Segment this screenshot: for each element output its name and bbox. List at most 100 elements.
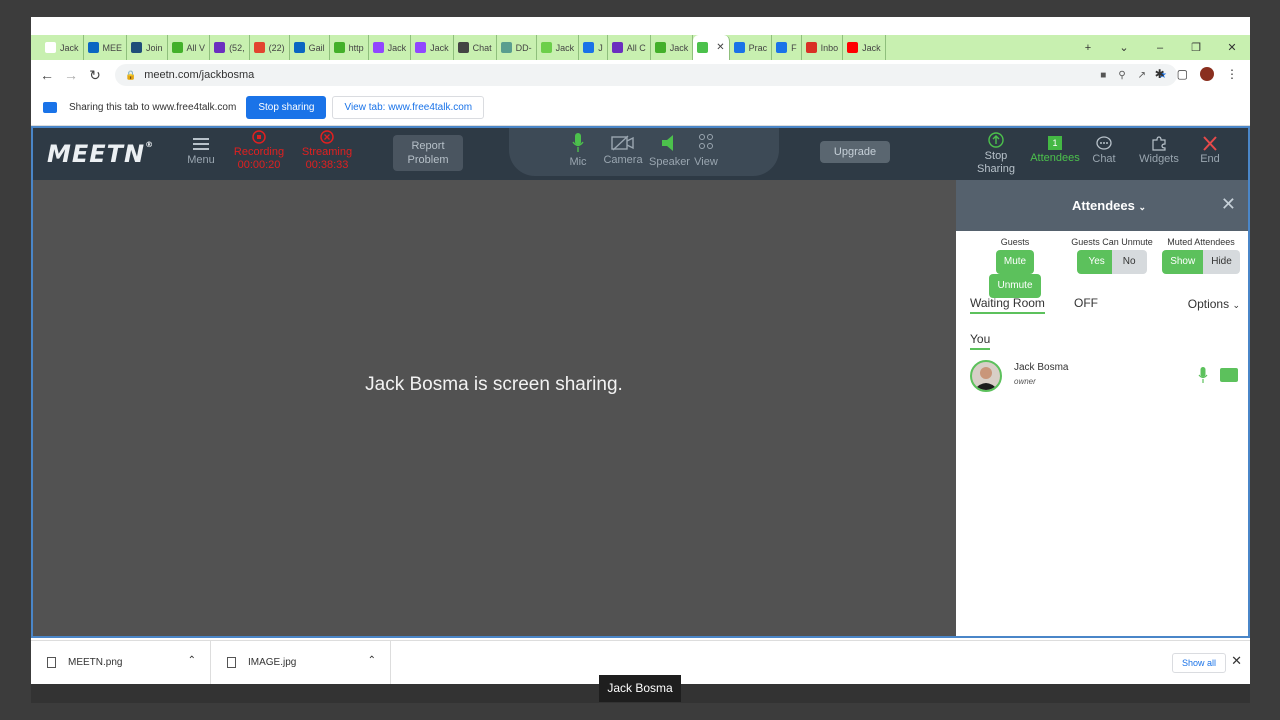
browser-tab[interactable]: Jack <box>411 35 454 60</box>
tab-active[interactable]: ✕ <box>693 35 730 60</box>
browser-tab[interactable]: All C <box>608 35 651 60</box>
screen-share-icon <box>43 102 57 113</box>
show-muted-button[interactable]: Show <box>1162 250 1204 274</box>
guests-mute-group: Guests Mute Unmute <box>970 237 1060 298</box>
address-bar[interactable]: 🔒 meetn.com/jackbosma ■ ⚲ ↗ ★ <box>115 64 1177 86</box>
attendee-screen-share-icon[interactable] <box>1220 368 1238 382</box>
zoom-icon[interactable]: ⚲ <box>1118 70 1125 81</box>
chevron-down-icon: ⌄ <box>1138 202 1147 212</box>
close-panel-icon[interactable]: ✕ <box>1221 194 1236 215</box>
chat-button[interactable]: Chat <box>1089 136 1119 165</box>
kebab-menu-icon[interactable]: ⋮ <box>1226 67 1238 81</box>
widgets-label: Widgets <box>1139 153 1179 165</box>
unmute-guests-button[interactable]: Unmute <box>989 274 1041 298</box>
tab-favicon-icon <box>733 42 745 53</box>
extensions-puzzle-icon[interactable]: ✱ <box>1155 67 1165 81</box>
tab-label: All C <box>626 42 646 53</box>
hide-muted-button[interactable]: Hide <box>1203 250 1240 274</box>
camera-icon[interactable]: ■ <box>1100 70 1106 81</box>
browser-tab[interactable]: Join <box>127 35 168 60</box>
share-icon[interactable]: ↗ <box>1138 70 1146 81</box>
side-panel-icon[interactable]: ▢ <box>1177 67 1188 81</box>
tab-label: Chat <box>472 42 492 53</box>
tab-favicon-icon <box>87 42 99 53</box>
waiting-room-tab[interactable]: Waiting Room <box>970 296 1045 314</box>
options-dropdown[interactable]: Options ⌄ <box>1188 297 1240 311</box>
attendees-dropdown[interactable]: Attendees ⌄ <box>1072 198 1146 213</box>
tab-search-button[interactable]: ⌄ <box>1106 41 1142 54</box>
browser-tab[interactable]: Prac <box>730 35 773 60</box>
lock-icon[interactable]: 🔒 <box>125 70 136 81</box>
download-item[interactable]: IMAGE.jpg ⌃ <box>211 640 391 685</box>
streaming-indicator[interactable]: Streaming 00:38:33 <box>297 130 357 172</box>
chevron-up-icon[interactable]: ⌃ <box>368 655 376 666</box>
widgets-button[interactable]: Widgets <box>1137 136 1181 165</box>
reload-icon[interactable]: ↻ <box>83 67 107 84</box>
tab-label: Gail <box>308 42 325 53</box>
browser-tab[interactable]: Inbo <box>802 35 844 60</box>
guests-can-unmute-group: Guests Can Unmute Yes No <box>1068 237 1156 274</box>
attendee-row[interactable]: Jack Bosma owner <box>970 360 1238 394</box>
browser-tab[interactable]: J <box>579 35 608 60</box>
attendees-toolbar-button[interactable]: 1 Attendees <box>1027 136 1083 164</box>
download-filename: IMAGE.jpg <box>248 657 297 668</box>
show-all-downloads-button[interactable]: Show all <box>1171 653 1226 673</box>
browser-tab[interactable]: F <box>772 35 802 60</box>
report-line-1: Report <box>411 140 445 152</box>
browser-tab[interactable]: Jack <box>537 35 580 60</box>
profile-avatar[interactable] <box>1200 67 1214 81</box>
browser-tab[interactable]: Jack <box>843 35 886 60</box>
options-label: Options <box>1187 297 1230 311</box>
browser-tab[interactable]: Gail <box>290 35 330 60</box>
waiting-room-state[interactable]: OFF <box>1074 296 1098 310</box>
browser-tab[interactable]: (52, <box>210 35 250 60</box>
can-unmute-no-button[interactable]: No <box>1111 250 1147 274</box>
browser-window: Jack MEE Join All V (52, (22) Gail http Jack Jack… <box>31 17 1250 703</box>
minimize-button[interactable]: – <box>1142 42 1178 54</box>
attendee-mic-icon[interactable] <box>1198 366 1208 384</box>
muted-attendees-label: Muted Attendees <box>1167 237 1235 247</box>
speaker-button[interactable]: Speaker <box>649 132 690 168</box>
menu-button[interactable]: Menu <box>183 136 219 166</box>
browser-tab[interactable]: Jack <box>651 35 694 60</box>
puzzle-icon <box>1152 136 1166 151</box>
browser-tab[interactable]: (22) <box>250 35 290 60</box>
attendees-panel: Attendees ⌄ ✕ Guests Mute Unmute Guests … <box>956 180 1248 636</box>
forward-icon[interactable]: → <box>59 67 83 83</box>
stop-sharing-button[interactable]: Stop sharing <box>246 96 327 119</box>
tab-favicon-icon <box>333 42 345 53</box>
recording-indicator[interactable]: Recording 00:00:20 <box>229 130 289 172</box>
url-text[interactable]: meetn.com/jackbosma <box>144 69 254 81</box>
extensions-area: ✱ ▢ ⋮ <box>1155 67 1238 81</box>
new-tab-button[interactable]: + <box>1070 42 1106 54</box>
tab-favicon-icon <box>776 42 788 53</box>
back-icon[interactable]: ← <box>35 67 59 83</box>
end-meeting-button[interactable]: End <box>1195 136 1225 165</box>
view-tab-button[interactable]: View tab: www.free4talk.com <box>332 96 485 119</box>
restore-button[interactable]: ❐ <box>1178 41 1214 54</box>
camera-button[interactable]: Camera <box>601 134 645 166</box>
browser-tab[interactable]: http <box>330 35 369 60</box>
tab-label: Jack <box>669 42 689 53</box>
streaming-timer: 00:38:33 <box>305 159 349 171</box>
browser-tab[interactable]: Jack <box>369 35 412 60</box>
browser-tab[interactable]: All V <box>168 35 211 60</box>
muted-attendees-group: Muted Attendees Show Hide <box>1162 237 1240 274</box>
browser-tab[interactable]: MEE <box>84 35 128 60</box>
tab-label: Prac <box>748 42 768 53</box>
browser-tab[interactable]: DD- <box>497 35 537 60</box>
mic-button[interactable]: Mic <box>563 132 593 168</box>
mute-guests-button[interactable]: Mute <box>995 250 1035 274</box>
close-tab-icon[interactable]: ✕ <box>716 42 724 53</box>
report-problem-button[interactable]: Report Problem <box>393 135 463 171</box>
chevron-up-icon[interactable]: ⌃ <box>188 655 196 666</box>
close-window-button[interactable]: ✕ <box>1214 41 1250 54</box>
upgrade-button[interactable]: Upgrade <box>820 141 890 163</box>
browser-tab[interactable]: Jack <box>41 35 84 60</box>
close-downloads-icon[interactable]: ✕ <box>1231 653 1242 669</box>
view-button[interactable]: View <box>691 132 721 168</box>
can-unmute-yes-button[interactable]: Yes <box>1077 250 1116 274</box>
browser-tab[interactable]: Chat <box>454 35 497 60</box>
download-item[interactable]: MEETN.png ⌃ <box>31 640 211 685</box>
stop-sharing-toolbar-button[interactable]: Stop Sharing <box>971 132 1021 176</box>
